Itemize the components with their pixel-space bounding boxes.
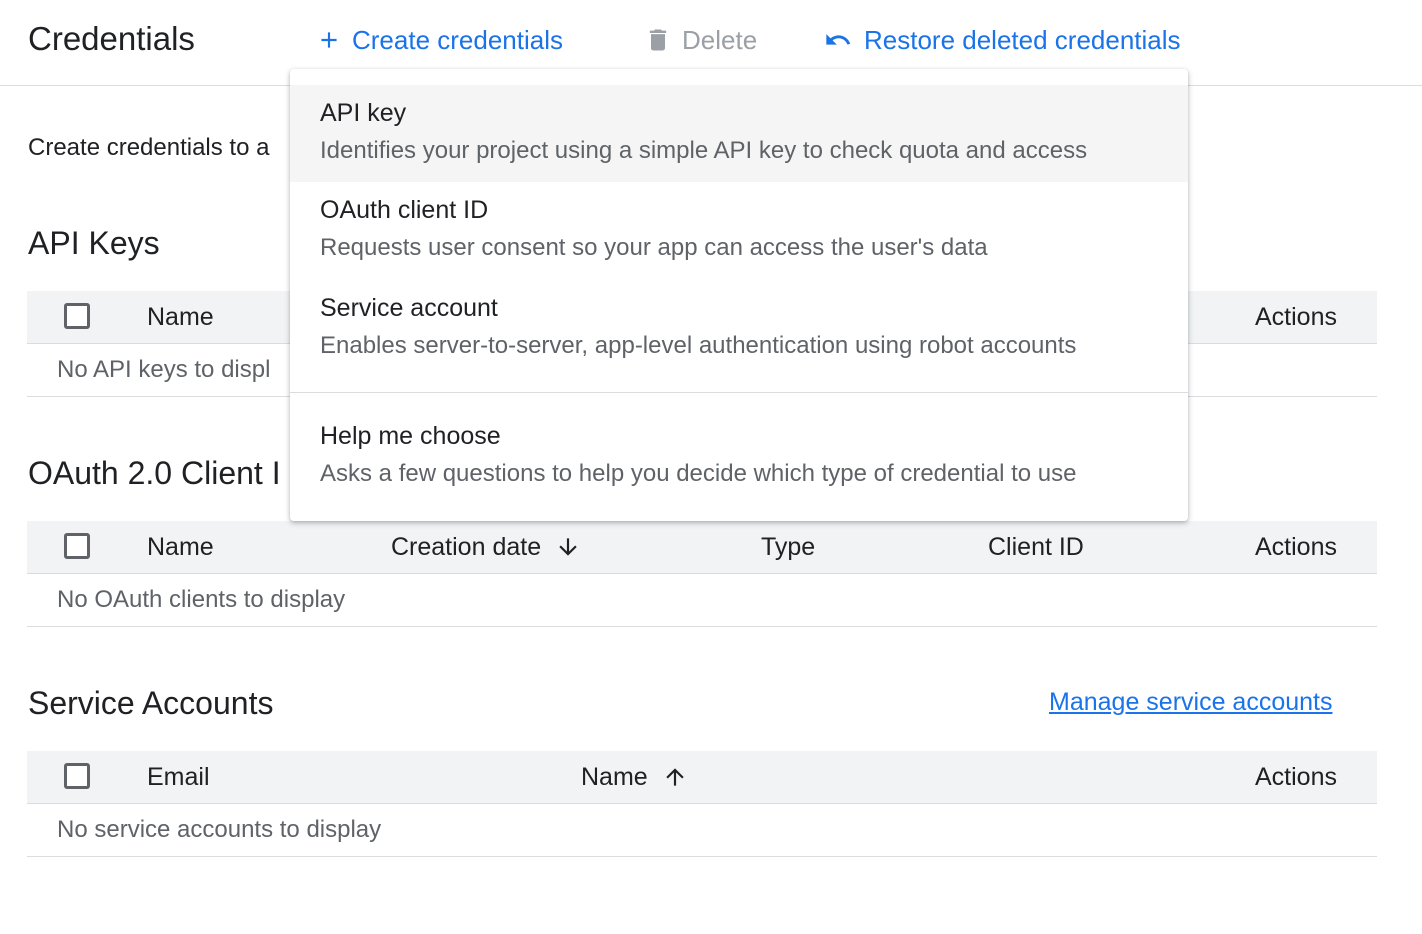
menu-item-description: Enables server-to-server, app-level auth…	[320, 332, 1077, 359]
column-header-creation-date-label: Creation date	[391, 532, 542, 561]
service-accounts-empty-text: No service accounts to display	[57, 816, 382, 843]
create-credentials-button[interactable]: Create credentials	[316, 20, 563, 60]
oauth-empty-row: No OAuth clients to display	[27, 574, 1377, 627]
create-credentials-menu: API key Identifies your project using a …	[290, 69, 1188, 521]
undo-icon	[826, 34, 851, 45]
menu-item-description: Requests user consent so your app can ac…	[320, 234, 988, 261]
select-all-checkbox[interactable]	[64, 533, 90, 559]
menu-item-help-me-choose[interactable]: Help me choose Asks a few questions to h…	[290, 408, 1188, 506]
select-all-checkbox[interactable]	[64, 303, 90, 329]
restore-deleted-credentials-button[interactable]: Restore deleted credentials	[822, 20, 1181, 60]
intro-text: Create credentials to a	[28, 134, 270, 161]
column-header-name[interactable]: Name	[147, 521, 214, 573]
trash-icon	[649, 29, 667, 51]
delete-label: Delete	[682, 24, 758, 55]
service-accounts-title: Service Accounts	[28, 685, 274, 721]
menu-item-api-key[interactable]: API key Identifies your project using a …	[290, 85, 1188, 182]
column-header-name[interactable]: Name	[581, 751, 688, 803]
api-keys-title: API Keys	[28, 225, 160, 261]
arrow-up-icon	[666, 768, 684, 786]
arrow-down-icon	[559, 538, 577, 556]
restore-label: Restore deleted credentials	[864, 24, 1181, 55]
menu-item-service-account[interactable]: Service account Enables server-to-server…	[290, 280, 1188, 378]
column-header-type[interactable]: Type	[761, 521, 815, 573]
menu-item-description: Asks a few questions to help you decide …	[320, 460, 1077, 487]
select-all-checkbox[interactable]	[64, 763, 90, 789]
column-header-email[interactable]: Email	[147, 751, 210, 803]
menu-item-title: Service account	[320, 294, 498, 322]
column-header-actions: Actions	[1255, 762, 1337, 791]
column-header-name[interactable]: Name	[147, 291, 214, 343]
create-credentials-label: Create credentials	[352, 24, 563, 55]
delete-button[interactable]: Delete	[644, 20, 757, 60]
oauth-empty-text: No OAuth clients to display	[57, 586, 346, 613]
column-header-actions: Actions	[1255, 302, 1337, 331]
menu-item-title: OAuth client ID	[320, 196, 489, 224]
menu-item-title: API key	[320, 99, 407, 127]
service-accounts-table-header: Email Name Actions	[27, 751, 1377, 804]
manage-service-accounts-link[interactable]: Manage service accounts	[1049, 688, 1332, 717]
page-title: Credentials	[28, 20, 195, 57]
column-header-actions: Actions	[1255, 532, 1337, 561]
column-header-name-label: Name	[581, 762, 648, 791]
plus-icon	[321, 32, 337, 48]
column-header-creation-date[interactable]: Creation date	[391, 521, 581, 573]
oauth-table-header: Name Creation date Type Client ID Action…	[27, 521, 1377, 574]
oauth-clients-title: OAuth 2.0 Client I	[28, 455, 281, 491]
column-header-client-id[interactable]: Client ID	[988, 521, 1084, 573]
service-accounts-empty-row: No service accounts to display	[27, 804, 1377, 857]
api-keys-empty-text: No API keys to displ	[57, 356, 271, 383]
menu-item-oauth-client-id[interactable]: OAuth client ID Requests user consent so…	[290, 182, 1188, 280]
menu-divider	[290, 392, 1188, 393]
menu-item-title: Help me choose	[320, 422, 501, 450]
menu-item-description: Identifies your project using a simple A…	[320, 137, 1088, 164]
